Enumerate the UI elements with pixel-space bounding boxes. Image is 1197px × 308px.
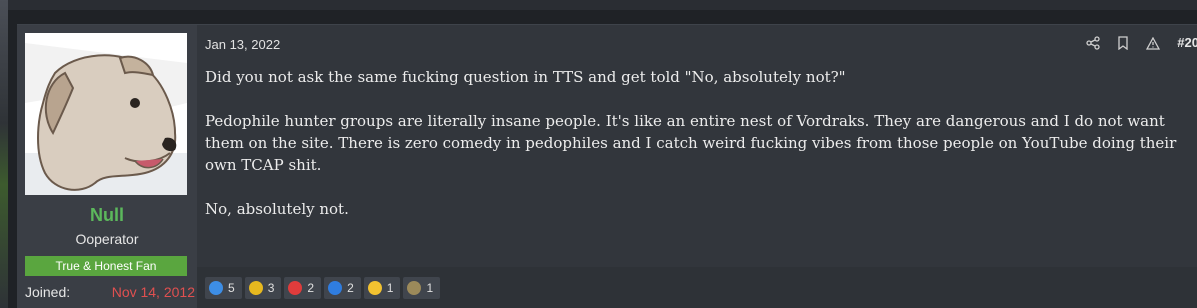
user-pane: Null Ooperator True & Honest Fan Joined:… [17, 25, 197, 308]
post-date[interactable]: Jan 13, 2022 [205, 37, 280, 52]
medal-icon [248, 281, 263, 295]
joined-date: Nov 14, 2012 [111, 284, 195, 300]
reaction-thumbs-up[interactable]: 5 [205, 277, 242, 299]
joined-row: Joined: Nov 14, 2012 [25, 284, 195, 304]
page: Null Ooperator True & Honest Fan Joined:… [0, 0, 1197, 308]
avatar[interactable] [25, 33, 187, 195]
username[interactable]: Null [17, 205, 197, 226]
share-icon[interactable] [1086, 36, 1100, 50]
reaction-salute[interactable]: 1 [403, 277, 441, 299]
reaction-info[interactable]: 2 [324, 277, 361, 299]
reactions-bar: 5 3 2 2 1 1 [197, 267, 1197, 308]
report-icon[interactable] [1146, 36, 1161, 50]
user-banner: True & Honest Fan [25, 256, 187, 276]
post-paragraph: No, absolutely not. [205, 200, 349, 218]
salute-icon [407, 281, 422, 295]
user-title: Ooperator [75, 231, 139, 247]
reaction-count: 2 [307, 281, 315, 295]
reaction-count: 2 [347, 281, 354, 295]
thinking-face-icon [367, 281, 382, 295]
dog-avatar-icon [25, 33, 187, 195]
forum-post: Null Ooperator True & Honest Fan Joined:… [17, 24, 1197, 308]
reaction-thinking[interactable]: 1 [363, 277, 401, 299]
post-tools: #20 [1069, 33, 1197, 53]
top-strip [0, 0, 1197, 10]
reactions-list: 5 3 2 2 1 1 [205, 277, 443, 299]
post-paragraph: Did you not ask the same fucking questio… [205, 68, 846, 86]
heart-icon [288, 281, 303, 295]
post-number[interactable]: #20 [1177, 33, 1197, 53]
joined-label: Joined: [25, 284, 71, 300]
reaction-count: 5 [228, 281, 235, 295]
post-paragraph: Pedophile hunter groups are literally in… [205, 112, 1177, 174]
left-edge [0, 0, 8, 308]
reaction-count: 1 [386, 281, 394, 295]
post-body: Did you not ask the same fucking questio… [205, 66, 1183, 220]
reaction-count: 3 [267, 281, 275, 295]
reaction-heart[interactable]: 2 [284, 277, 322, 299]
reaction-medal[interactable]: 3 [244, 277, 282, 299]
bookmark-icon[interactable] [1117, 36, 1129, 50]
reaction-count: 1 [426, 281, 434, 295]
thumbs-up-icon [209, 281, 223, 295]
info-icon [328, 281, 343, 295]
